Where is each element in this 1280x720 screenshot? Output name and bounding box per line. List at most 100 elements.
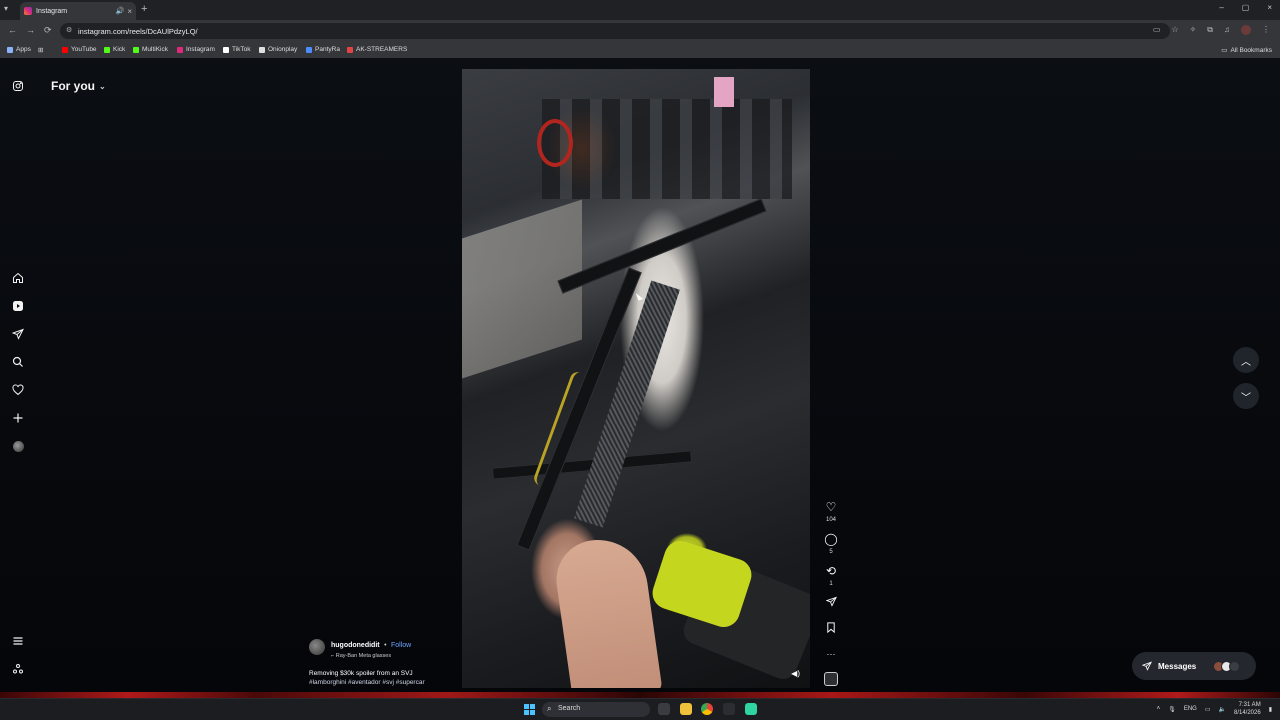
tiktok-icon [223,46,229,53]
save-action[interactable] [821,620,841,638]
share-action[interactable] [821,594,841,612]
audio-label[interactable]: ⌐ Ray-Ban Meta glasses [331,653,411,659]
meta-icon[interactable] [11,662,25,676]
close-window-button[interactable]: × [1267,3,1272,12]
bookmark-kick[interactable]: Kick [104,46,125,53]
separator: • [384,642,387,649]
bookmark-onionplay[interactable]: Onionplay [259,46,297,53]
browser-menu-icon[interactable]: ⋮ [1262,25,1270,35]
taskbar-search[interactable]: ⌕ Search [542,702,650,717]
author-avatar[interactable] [309,638,325,655]
bookmark-apps[interactable]: Apps [7,46,31,53]
caption-text: Removing $30k spoiler from an SVJ [309,670,413,677]
comment-count: 5 [829,549,833,555]
all-bookmarks-button[interactable]: ▭ All Bookmarks [1221,46,1272,55]
feed-title: For you [51,79,95,93]
direct-icon[interactable] [11,327,25,341]
reels-icon[interactable] [11,299,25,313]
message-avatars [1213,660,1241,672]
messages-label: Messages [1158,661,1197,671]
notifications-icon[interactable]: ▮ [1269,706,1272,713]
next-reel-button[interactable]: ﹀ [1233,383,1259,409]
file-explorer-icon[interactable] [680,703,692,715]
kick-icon [104,46,110,53]
messages-button[interactable]: Messages [1132,652,1256,680]
bookmark-instagram[interactable]: Instagram [177,46,215,53]
puzzle-icon[interactable]: ⧉ [1207,25,1213,35]
more-options[interactable]: ··· [821,644,841,662]
site-info-icon[interactable]: ⚙ [66,26,72,34]
comment-action[interactable]: ◯ 5 [821,530,841,555]
bookmark-multikick[interactable]: MultiKick [133,46,168,53]
reel-video[interactable]: ◀) [462,69,810,688]
minimize-button[interactable]: – [1219,3,1223,12]
profile-avatar[interactable] [11,439,25,453]
bookmark-ak-streamers[interactable]: AK-STREAMERS [347,46,407,53]
media-icon[interactable]: ♫ [1224,25,1230,35]
app-icon[interactable] [723,703,735,715]
tab-search-icon[interactable]: ▾ [4,4,8,13]
video-scene-hand [551,533,663,688]
menu-icon[interactable] [11,634,25,648]
onionplay-icon [259,46,265,53]
like-action[interactable]: ♡ 104 [821,498,841,523]
bookmark-star-icon[interactable]: ☆ [1171,25,1178,35]
chrome-icon[interactable] [701,703,713,715]
task-view-icon[interactable] [658,703,670,715]
repost-icon: ⟲ [825,564,837,578]
cast-icon[interactable]: ▭ [1153,25,1161,35]
tray-overflow-icon[interactable]: ˄ [1157,706,1161,712]
network-icon[interactable]: ▭ [1205,706,1211,713]
previous-reel-button[interactable]: ︿ [1233,347,1259,373]
grid-icon: ⊞ [38,47,44,54]
create-icon[interactable] [11,411,25,425]
app-icon[interactable] [745,703,757,715]
bookmark-youtube[interactable]: YouTube [62,46,97,53]
follow-button[interactable]: Follow [391,642,411,649]
speaker-icon[interactable]: 🔊 [116,7,125,15]
maximize-button[interactable]: ▢ [1242,3,1250,12]
volume-icon[interactable]: 🔈 [1219,706,1226,713]
clock-time: 7:31 AM [1238,702,1261,708]
volume-icon[interactable]: ◀) [791,669,800,678]
bookmark-label: AK-STREAMERS [356,46,408,53]
search-icon: ⌕ [547,704,552,713]
instagram-reels-page: For you ⌄ ◀) ♡ 104 ◯ 5 ⟲ 1 ··· hugodoned… [0,58,1280,698]
search-icon[interactable] [11,355,25,369]
bookmark-grid[interactable]: ⊞ [38,46,43,54]
bookmark-tiktok[interactable]: TikTok [223,46,251,53]
audio-thumbnail-icon[interactable] [824,672,838,686]
chevron-down-icon: ⌄ [99,81,106,91]
window-controls: – ▢ × [1219,3,1272,12]
windows-start-icon[interactable] [524,704,535,715]
reload-icon[interactable]: ⟳ [44,25,52,36]
language-indicator[interactable]: ENG [1184,706,1197,712]
apps-icon [7,46,13,53]
instagram-logo-icon[interactable] [11,79,25,93]
browser-tab-instagram[interactable]: Instagram 🔊 × [20,2,136,20]
tab-close-icon[interactable]: × [127,7,132,16]
youtube-icon [62,46,68,53]
bookmark-label: TikTok [232,46,251,53]
bookmark-pantyra[interactable]: PantyRa [306,46,340,53]
heart-icon[interactable] [11,383,25,397]
heart-outline-icon: ♡ [825,500,837,514]
forward-icon[interactable]: → [26,25,35,35]
reel-caption: hugodonedidit • Follow ⌐ Ray-Ban Meta gl… [309,634,459,686]
author-username[interactable]: hugodonedidit [331,642,380,649]
new-tab-button[interactable]: + [141,3,147,15]
home-icon[interactable] [11,271,25,285]
bookmark-label: MultiKick [142,46,169,53]
extension-icon[interactable]: ✧ [1190,25,1197,35]
microphone-icon[interactable]: 🎙 [1168,706,1176,713]
feed-selector[interactable]: For you ⌄ [51,79,106,93]
profile-avatar-icon[interactable] [1241,25,1251,35]
back-icon[interactable]: ← [8,25,17,35]
caption-hashtags[interactable]: #lamborghini #aventador #svj #supercar [309,679,459,686]
repost-action[interactable]: ⟲ 1 [821,562,841,587]
clock[interactable]: 7:31 AM 8/14/2026 [1234,701,1261,717]
address-bar[interactable]: ⚙ instagram.com/reels/DcAUlPdzyLQ/ [60,23,1170,39]
video-scene-mesh [574,280,680,528]
chevron-up-icon: ︿ [1241,356,1251,368]
toolbar-icons: ▭ ☆ ✧ ⧉ ♫ ⋮ [1153,25,1270,35]
